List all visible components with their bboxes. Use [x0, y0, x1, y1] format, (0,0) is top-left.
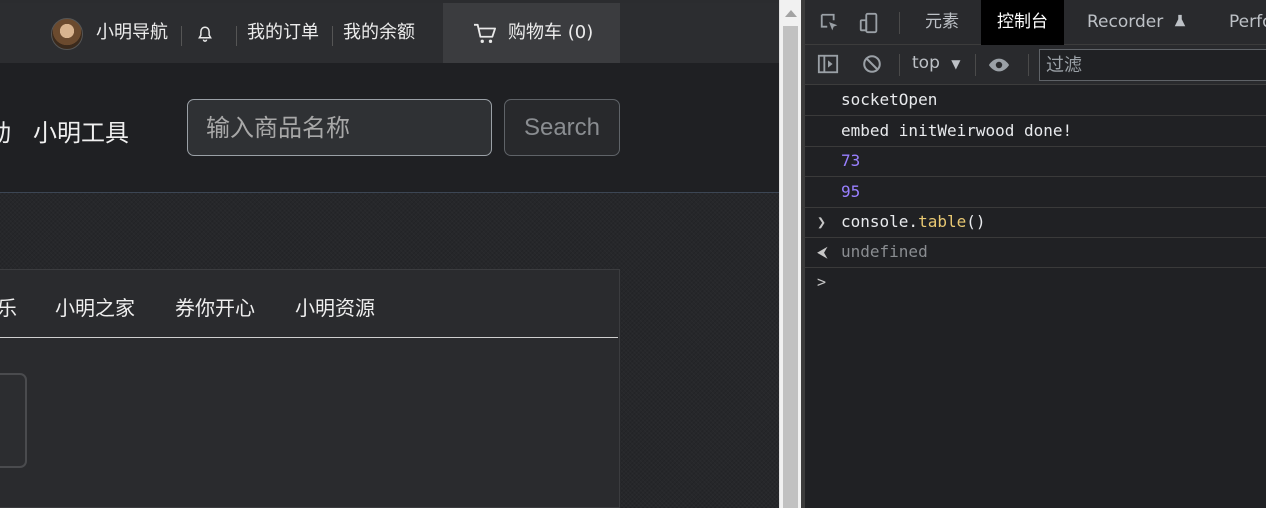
- divider: [181, 26, 182, 46]
- page-scrollbar[interactable]: [779, 0, 801, 508]
- category-item-xiaoming-home[interactable]: 小明之家: [55, 292, 135, 321]
- console-input-row: ❯ console.table(): [805, 207, 1266, 238]
- console-input-echo: console.table(): [841, 207, 986, 237]
- content-panel: 乐 小明之家 券你开心 小明资源: [0, 269, 620, 508]
- console-log-row: embed initWeirwood done!: [805, 116, 1266, 147]
- shopping-cart-icon: [474, 23, 496, 43]
- category-item-coupons[interactable]: 券你开心: [175, 292, 255, 321]
- console-result: undefined: [841, 242, 928, 261]
- flask-icon: [1174, 14, 1185, 27]
- chevron-right-icon: ❯: [817, 213, 827, 231]
- search-button[interactable]: Search: [504, 99, 620, 156]
- console-method: table: [918, 212, 967, 231]
- devtools-tab-bar: 元素 控制台 Recorder Perfo: [805, 0, 1266, 45]
- user-avatar[interactable]: [51, 18, 83, 50]
- log-number: 95: [841, 182, 861, 201]
- my-orders-link[interactable]: 我的订单: [247, 3, 319, 63]
- console-prompt-row[interactable]: >: [805, 267, 1266, 298]
- tab-recorder[interactable]: Recorder: [1075, 0, 1199, 45]
- log-message: embed initWeirwood done!: [841, 121, 1073, 140]
- console-result-row: ⮜ undefined: [805, 237, 1266, 268]
- console-filter-input[interactable]: [1039, 49, 1266, 81]
- brand-link[interactable]: 小明工具: [33, 113, 129, 148]
- return-arrow-icon: ⮜: [817, 243, 828, 261]
- console-args: (): [966, 212, 986, 231]
- context-selector-value: top: [912, 53, 940, 73]
- divider: [236, 26, 237, 46]
- product-search-input[interactable]: [187, 99, 492, 156]
- webpage-viewport: 小明导航 我的订单 我的余额 购物车 (0) 动 小明工具 Search 乐 小…: [0, 0, 779, 508]
- category-nav: 乐 小明之家 券你开心 小明资源: [0, 270, 618, 338]
- devtools-panel: 元素 控制台 Recorder Perfo top ▼: [805, 0, 1266, 508]
- divider: [899, 54, 900, 76]
- console-log-row: 95: [805, 177, 1266, 208]
- content-card[interactable]: [0, 373, 27, 468]
- main-navbar: 动 小明工具 Search: [0, 63, 779, 193]
- category-item-resources[interactable]: 小明资源: [295, 292, 375, 321]
- tab-console[interactable]: 控制台: [981, 0, 1064, 45]
- cart-button[interactable]: 购物车 (0): [443, 3, 620, 63]
- prompt-chevron-icon: >: [817, 273, 827, 291]
- divider: [899, 12, 900, 34]
- nav-item-partial[interactable]: 动: [0, 113, 11, 148]
- bell-icon[interactable]: [196, 25, 214, 43]
- device-toolbar-icon[interactable]: [858, 12, 880, 34]
- log-message: socketOpen: [841, 90, 938, 109]
- scroll-up-arrow-icon[interactable]: [785, 10, 797, 17]
- inspect-element-icon[interactable]: [819, 12, 841, 34]
- console-log-row: 73: [805, 146, 1266, 177]
- console-log-row: socketOpen: [805, 85, 1266, 116]
- scroll-thumb[interactable]: [783, 26, 798, 508]
- sidebar-toggle-icon[interactable]: [817, 53, 839, 75]
- divider: [975, 54, 976, 76]
- category-item-partial[interactable]: 乐: [0, 292, 17, 321]
- cart-label: 购物车 (0): [508, 22, 594, 43]
- context-selector[interactable]: top ▼: [912, 53, 961, 73]
- divider: [332, 26, 333, 46]
- clear-console-icon[interactable]: [861, 53, 883, 75]
- tab-performance[interactable]: Perfo: [1217, 0, 1266, 45]
- caret-down-icon: ▼: [951, 57, 961, 71]
- console-toolbar: top ▼: [805, 45, 1266, 85]
- eye-icon[interactable]: [988, 54, 1010, 76]
- my-balance-link[interactable]: 我的余额: [343, 3, 415, 63]
- log-number: 73: [841, 151, 861, 170]
- console-object: console.: [841, 212, 919, 231]
- divider: [1028, 54, 1029, 76]
- console-output: socketOpen embed initWeirwood done! 73 9…: [805, 85, 1266, 508]
- top-bar: 小明导航 我的订单 我的余额 购物车 (0): [0, 3, 779, 63]
- tab-recorder-label: Recorder: [1087, 12, 1164, 32]
- nav-link[interactable]: 小明导航: [96, 3, 168, 63]
- tab-elements[interactable]: 元素: [913, 0, 971, 45]
